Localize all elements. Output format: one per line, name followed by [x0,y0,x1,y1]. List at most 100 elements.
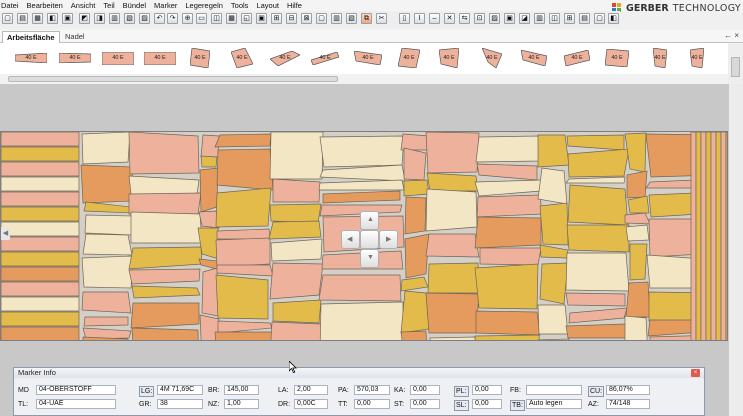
marker-piece[interactable] [216,148,274,191]
marker-piece[interactable] [404,233,430,279]
marker-piece[interactable] [318,179,405,191]
piece-thumbnail[interactable]: 40 E [59,53,91,63]
marker-piece[interactable] [626,170,648,199]
marker-piece[interactable] [216,264,274,277]
toolbar-button-save-icon[interactable]: ▦ [32,13,43,24]
marker-piece[interactable] [629,243,648,281]
toolbar-button-undo-icon[interactable]: ▣ [62,13,73,24]
toolbar-button-new-icon[interactable]: ▢ [2,13,13,24]
marker-piece[interactable] [403,179,430,197]
toolbar-button-undo-icon[interactable]: ⧉ [361,13,372,24]
marker-piece[interactable] [537,167,568,205]
piece-thumbnail[interactable]: 40 E [521,50,547,66]
marker-piece[interactable] [475,135,541,163]
marker-piece[interactable] [565,323,629,339]
marker-piece[interactable] [214,331,274,341]
marker-piece[interactable] [624,315,648,341]
toolbar-button-rotate-icon[interactable]: ⊞ [564,13,575,24]
marker-piece[interactable] [272,299,322,324]
toolbar-button-new-icon[interactable]: ◧ [608,13,619,24]
marker-piece[interactable] [1,311,80,327]
marker-piece[interactable] [217,320,273,334]
marker-piece[interactable] [83,201,133,214]
marker-piece[interactable] [690,132,697,341]
menu-legeregeln[interactable]: Legeregeln [185,0,223,11]
toolbar-button-redo-icon[interactable]: ▥ [534,13,545,24]
menu-datei[interactable]: Datei [1,0,19,11]
toolbar-button-flip-icon[interactable]: ⊞ [271,13,282,24]
marker-piece[interactable] [319,301,404,341]
marker-piece[interactable] [537,304,569,335]
marker-piece[interactable] [216,228,271,240]
marker-piece[interactable] [429,336,476,341]
menu-marker[interactable]: Marker [154,0,177,11]
toolbar-button-flip-icon[interactable]: ▧ [124,13,135,24]
piece-bar-hscroll[interactable] [0,74,728,83]
piece-thumbnail[interactable]: 40 E [190,48,210,68]
piece-thumbnail[interactable]: 40 E [690,48,704,68]
marker-piece[interactable] [128,175,200,195]
tab-nadel[interactable]: Nadel [61,31,93,43]
toolbar-button-new-icon[interactable]: ↶ [154,13,165,24]
marker-piece[interactable] [1,251,80,267]
toolbar-button-open-icon[interactable]: ↷ [167,13,178,24]
marker-piece[interactable] [130,211,203,244]
toolbar-button-redo-icon[interactable]: ◩ [79,13,90,24]
marker-piece[interactable] [710,132,717,341]
marker-piece[interactable] [537,134,570,168]
toolbar-button-save-icon[interactable]: ▨ [489,13,500,24]
marker-piece[interactable] [425,233,480,258]
marker-piece[interactable] [83,316,129,327]
marker-piece[interactable] [270,321,323,341]
marker-piece[interactable] [268,220,322,240]
marker-piece[interactable] [1,296,80,312]
marker-piece[interactable] [1,176,80,192]
toolbar-button-save-icon[interactable]: ⊕ [182,13,193,24]
marker-piece[interactable] [624,212,651,225]
marker-piece[interactable] [215,237,271,268]
marker-piece[interactable] [319,135,405,168]
marker-piece[interactable] [425,188,478,232]
marker-piece[interactable] [426,172,479,192]
toolbar-button-print-icon[interactable]: ▭ [196,13,207,24]
marker-piece[interactable] [567,148,630,178]
marker-piece[interactable] [1,146,80,162]
marker-piece[interactable] [214,133,272,148]
marker-piece[interactable] [80,164,134,204]
toolbar-button-measure-icon[interactable]: ▨ [139,13,150,24]
piece-thumbnail[interactable]: 40 E [482,48,502,68]
piece-thumbnail[interactable]: 40 E [564,50,590,66]
marker-piece[interactable] [720,132,727,341]
marker-piece[interactable] [215,187,272,228]
piece-thumbnail[interactable]: 40 E [439,48,459,68]
panel-controls[interactable]: ← × [724,31,739,40]
marker-piece[interactable] [128,132,200,175]
toolbar-button-rotate-icon[interactable]: ▣ [256,13,267,24]
marker-piece[interactable] [539,262,569,305]
marker-piece[interactable] [319,164,406,182]
marker-piece[interactable] [565,292,626,307]
marker-piece[interactable] [566,134,625,151]
marker-piece[interactable] [539,202,569,246]
marker-piece[interactable] [199,167,219,213]
marker-piece[interactable] [322,190,401,204]
toolbar-button-open-icon[interactable]: ▢ [316,13,327,24]
marker-piece[interactable] [1,236,80,252]
marker-piece[interactable] [427,262,480,294]
toolbar-button-open-icon[interactable]: ▤ [17,13,28,24]
marker-piece[interactable] [1,191,80,207]
close-icon[interactable]: × [691,369,700,377]
marker-piece[interactable] [200,155,218,168]
scroll-thumb[interactable] [8,76,338,82]
marker-piece[interactable] [1,206,80,222]
marker-piece[interactable] [82,233,133,256]
marker-piece[interactable] [568,307,628,324]
toolbar-button-measure-icon[interactable]: ▢ [594,13,605,24]
toolbar-button-new-icon[interactable]: ⇆ [459,13,470,24]
marker-piece[interactable] [128,268,201,285]
toolbar-button-redo-icon[interactable]: ✂ [376,13,387,24]
marker-piece[interactable] [539,244,569,259]
piece-thumbnail[interactable]: 40 E [398,48,420,68]
marker-piece[interactable] [400,133,430,151]
piece-thumbnail[interactable]: 40 E [605,49,629,67]
